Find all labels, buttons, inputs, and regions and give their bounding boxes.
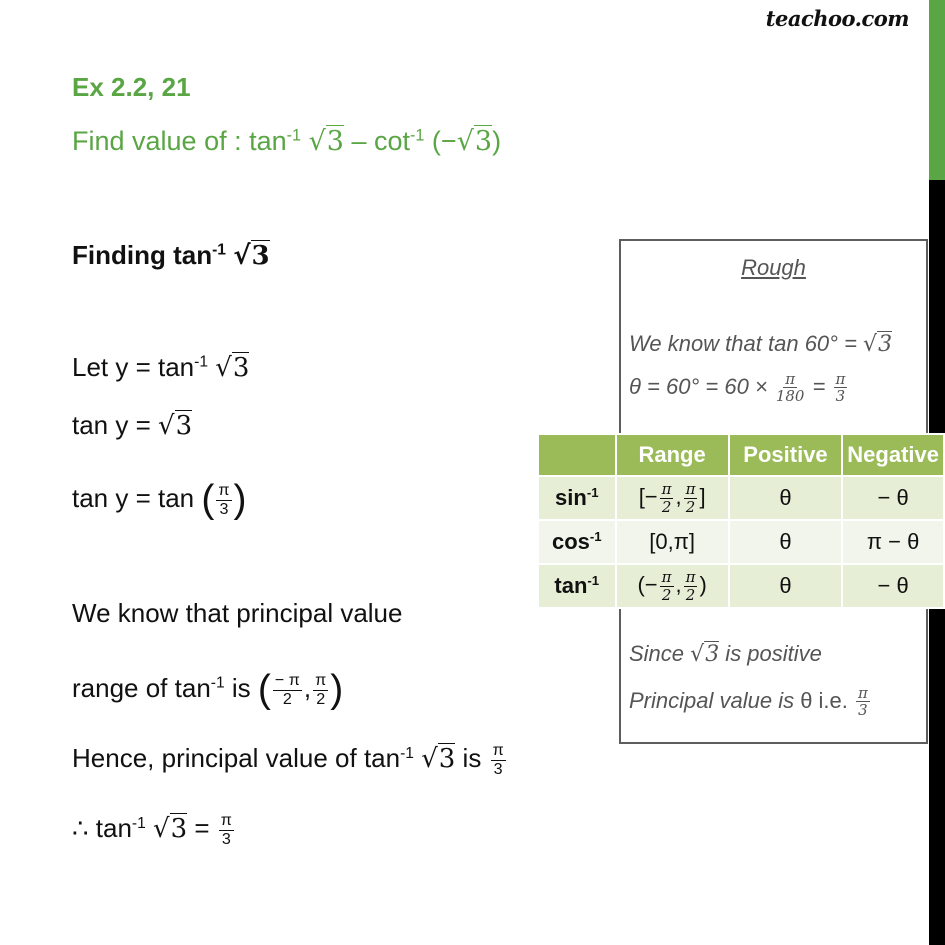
sqrt-expression: √3 (215, 352, 250, 383)
step-text: tan y = (72, 410, 158, 440)
step-text: is (455, 743, 489, 774)
question-open: (− (424, 126, 457, 156)
negative-cell: π − θ (841, 519, 945, 565)
step-text: tan y = tan (72, 482, 202, 513)
table-header: Range (614, 433, 730, 477)
positive-cell: θ (727, 563, 844, 609)
function-cell: sin-1 (537, 475, 617, 521)
sqrt-expression: √3 (233, 240, 270, 271)
sqrt-expression: √3 (863, 331, 893, 357)
table-header: Negative (841, 433, 945, 477)
rough-text: Principal value is (629, 687, 801, 713)
range-cell: [− π 2, π 2] (614, 475, 730, 521)
step-text: is (224, 672, 258, 703)
positive-cell: θ (727, 519, 844, 565)
negative-cell: − θ (841, 563, 945, 609)
table-header: Positive (727, 433, 844, 477)
step-range: range of tan-1 is (− π 2, π 2) (72, 668, 344, 711)
positive-cell: θ (727, 475, 844, 521)
superscript: -1 (212, 241, 226, 259)
sqrt-expression: √3 (308, 125, 344, 157)
sqrt-expression: √3 (158, 410, 193, 441)
teachoo-logo: teachoo.com (765, 6, 910, 31)
principal-value-table: Range Positive Negative sin-1 [− π 2, π 2] θ… (537, 433, 945, 609)
sqrt-expression: √3 (153, 813, 188, 845)
fraction: π3 (856, 684, 870, 720)
rough-text: is positive (719, 641, 822, 666)
step-text: range of tan (72, 672, 211, 703)
solution-heading: Finding tan-1 √3 (72, 240, 270, 271)
superscript: -1 (210, 674, 225, 692)
question-text: Find value of : tan-1 √3 – cot-1 (−√3) (72, 125, 502, 157)
rough-line-theta: θ = 60° = 60 × π 180 = π3 (629, 371, 849, 405)
step-let-y: Let y = tan-1 √3 (72, 352, 250, 383)
question-mid: – cot (343, 126, 411, 156)
table-row: cos-1 [0,π] θ π − θ (537, 519, 945, 565)
fraction: π3 (490, 741, 506, 778)
rough-title: Rough (741, 255, 806, 280)
step-hence: Hence, principal value of tan-1 √3 is π3 (72, 741, 508, 778)
scrollbar-thumb[interactable] (929, 0, 945, 180)
question-close: ) (492, 126, 502, 156)
function-cell: cos-1 (537, 519, 617, 565)
negative-cell: − θ (841, 475, 945, 521)
fraction: π2 (313, 670, 329, 708)
step-text: Hence, principal value of tan (72, 743, 401, 774)
question-prefix: Find value of : tan (72, 126, 287, 156)
rough-text: θ = 60° = 60 × (629, 373, 774, 399)
rough-line-tan60: We know that tan 60° = √3 (629, 331, 893, 357)
rough-text: θ i.e. (800, 687, 854, 713)
fraction: π3 (218, 811, 234, 848)
step-principal-value: We know that principal value (72, 598, 403, 628)
step-tan-y: tan y = √3 (72, 410, 193, 441)
superscript: -1 (131, 814, 146, 832)
exercise-title: Ex 2.2, 21 (72, 72, 191, 102)
step-therefore: ∴ tan-1 √3 = π3 (72, 811, 236, 848)
step-tan-y-tan: tan y = tan (π 3) (72, 478, 247, 521)
rough-text: We know that tan 60° = (629, 331, 864, 356)
fraction: − π2 (272, 670, 302, 708)
superscript: -1 (400, 744, 414, 762)
rough-text: Since (629, 641, 691, 666)
rough-line-principal: Principal value is θ i.e. π3 (629, 685, 872, 719)
table-header-row: Range Positive Negative (537, 433, 945, 477)
rough-text: = (806, 373, 832, 399)
rough-line-since: Since √3 is positive (629, 641, 822, 667)
fraction: π3 (833, 370, 848, 406)
superscript: -1 (194, 353, 209, 371)
step-text: = (187, 813, 217, 844)
sqrt-expression: √3 (421, 743, 456, 775)
range-cell: [0,π] (614, 519, 730, 565)
function-cell: tan-1 (537, 563, 617, 609)
superscript: -1 (410, 126, 425, 145)
step-text: ∴ tan (72, 813, 132, 844)
step-text: Let y = tan (72, 352, 195, 382)
table-row: tan-1 (− π 2, π 2) θ − θ (537, 563, 945, 609)
sqrt-expression: √3 (690, 641, 720, 667)
fraction: π 180 (775, 370, 805, 406)
heading-text: Finding tan (72, 240, 213, 270)
superscript: -1 (286, 126, 302, 145)
table-row: sin-1 [− π 2, π 2] θ − θ (537, 475, 945, 521)
range-cell: (− π 2, π 2) (614, 563, 730, 609)
fraction: π3 (216, 480, 232, 518)
sqrt-expression: √3 (456, 125, 493, 157)
table-header (537, 433, 617, 477)
